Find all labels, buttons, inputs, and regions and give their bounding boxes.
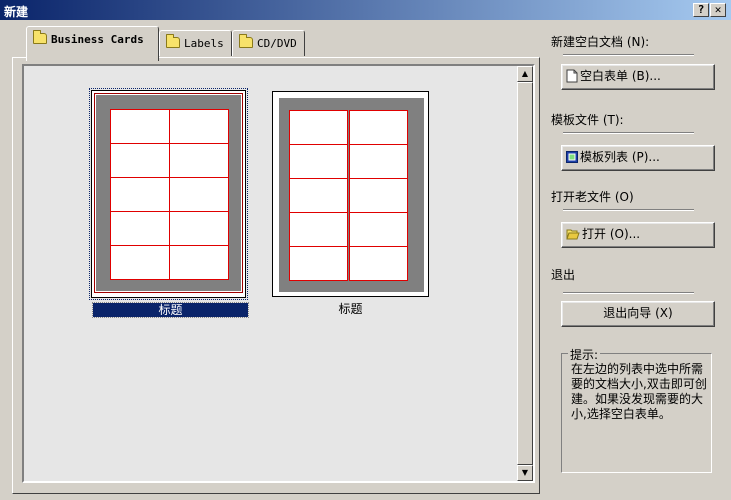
separator [563, 292, 694, 294]
scroll-up-icon[interactable]: ▲ [517, 66, 533, 82]
template-list-button[interactable]: 模板列表 (P)... [561, 145, 715, 171]
tab-labels[interactable]: Labels [159, 30, 232, 56]
open-button-label: 打开 (O)... [582, 227, 641, 241]
separator [563, 54, 694, 56]
hint-box: 提示: 在左边的列表中选中所需要的文档大小,双击即可创建。如果没发现需要的大小,… [561, 346, 712, 473]
scroll-thumb[interactable] [517, 82, 533, 465]
template-list-view[interactable]: 标题 标题 ▲ ▼ [22, 64, 535, 483]
window-title: 新建 [4, 5, 29, 19]
template-preview [89, 88, 248, 300]
title-bar: 新建 ? ✕ [0, 0, 731, 20]
tab-cd-dvd[interactable]: CD/DVD [232, 30, 305, 56]
tab-business-cards[interactable]: Business Cards [26, 26, 159, 61]
hint-text: 在左边的列表中选中所需要的文档大小,双击即可创建。如果没发现需要的大小,选择空白… [571, 362, 707, 421]
exit-label: 退出 [551, 268, 576, 282]
blank-form-button[interactable]: 空白表单 (B)... [561, 64, 715, 90]
folder-icon [239, 34, 253, 48]
new-blank-label: 新建空白文档 (N): [551, 35, 650, 49]
template-file-label: 模板文件 (T): [551, 113, 624, 127]
document-icon [566, 69, 578, 83]
separator [563, 209, 694, 211]
folder-icon [33, 30, 47, 44]
template-caption: 标题 [92, 302, 249, 318]
tab-panel: 标题 标题 ▲ ▼ [12, 57, 540, 494]
hint-title: 提示: [568, 346, 601, 363]
open-button[interactable]: 打开 (O)... [561, 222, 715, 248]
separator [563, 132, 694, 134]
close-button[interactable]: ✕ [710, 3, 726, 17]
open-old-label: 打开老文件 (O) [551, 190, 634, 204]
template-list-button-label: 模板列表 (P)... [580, 150, 660, 164]
template-caption: 标题 [338, 302, 363, 316]
help-button[interactable]: ? [693, 3, 709, 17]
tab-label: Labels [184, 37, 224, 50]
folder-icon [166, 34, 180, 48]
blank-form-button-label: 空白表单 (B)... [580, 69, 661, 83]
template-preview [272, 91, 429, 297]
exit-wizard-button[interactable]: 退出向导 (X) [561, 301, 715, 327]
vertical-scrollbar[interactable]: ▲ ▼ [517, 66, 533, 481]
scroll-down-icon[interactable]: ▼ [517, 465, 533, 481]
tab-label: CD/DVD [257, 37, 297, 50]
template-list-icon [566, 151, 578, 163]
open-folder-icon [566, 229, 580, 240]
tab-label: Business Cards [51, 33, 144, 46]
